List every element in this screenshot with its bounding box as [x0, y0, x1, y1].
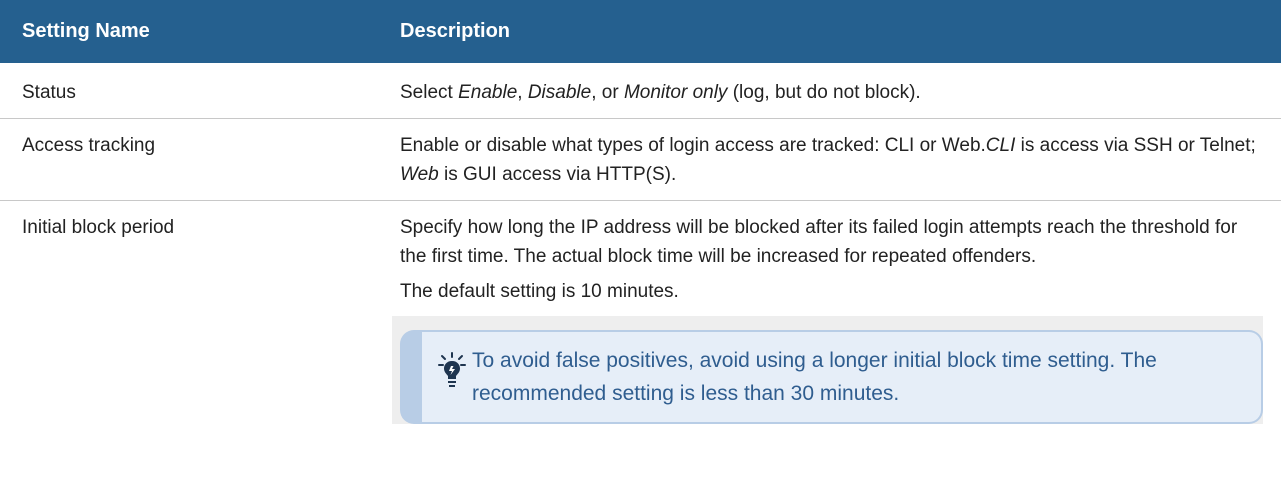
tip-container: To avoid false positives, avoid using a … [392, 316, 1263, 424]
setting-name-initial-block-period: Initial block period [0, 200, 392, 424]
settings-table: Setting Name Description Status Select E… [0, 0, 1281, 424]
setting-description-initial-block-period: Specify how long the IP address will be … [392, 200, 1281, 424]
default-setting-paragraph: The default setting is 10 minutes. [400, 281, 679, 302]
setting-name-access-tracking: Access tracking [22, 135, 156, 156]
table-header-row: Setting Name Description [0, 0, 1281, 63]
table-row-access-tracking: Access tracking Enable or disable what t… [0, 118, 1281, 201]
table-row-status: Status Select Enable, Disable, or Monito… [0, 63, 1281, 119]
description-paragraph: Specify how long the IP address will be … [400, 217, 1238, 267]
tip-text: To avoid false positives, avoid using a … [472, 349, 1157, 405]
header-setting-name: Setting Name [0, 0, 392, 63]
lightbulb-icon [438, 352, 466, 387]
tip-note: To avoid false positives, avoid using a … [400, 330, 1263, 424]
setting-description-status: Select Enable, Disable, or Monitor only … [392, 63, 1281, 119]
setting-name-status: Status [22, 82, 76, 103]
table-row-initial-block-period: Initial block period Specify how long th… [0, 200, 1281, 424]
setting-description-access-tracking: Enable or disable what types of login ac… [392, 118, 1281, 201]
header-description: Description [392, 0, 1281, 63]
